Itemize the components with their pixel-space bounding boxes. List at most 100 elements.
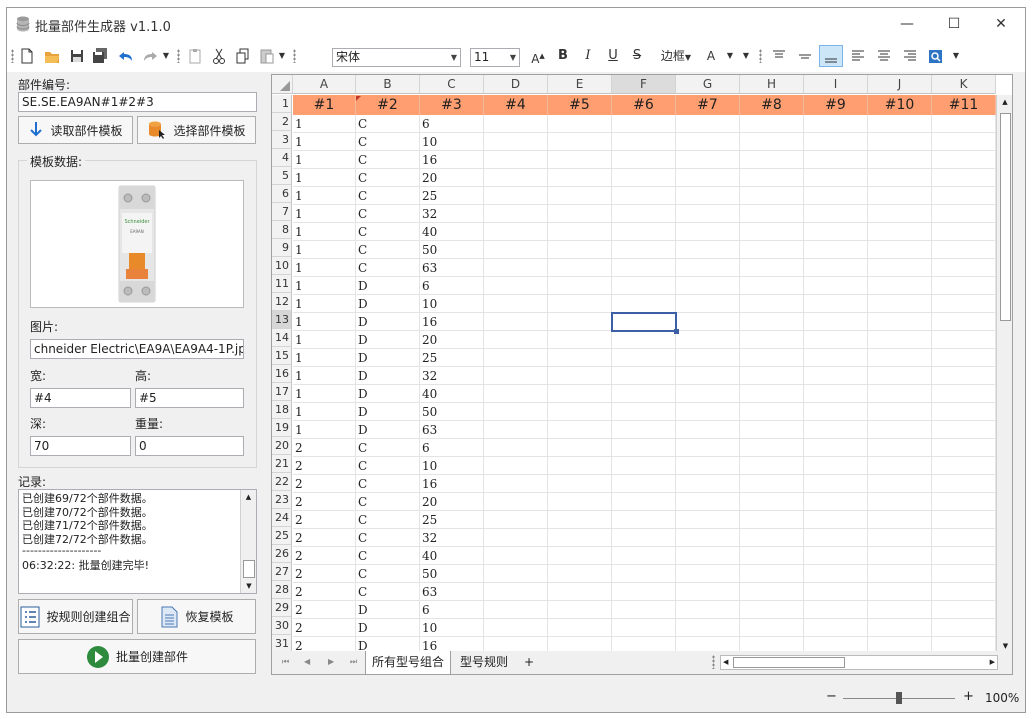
grid-cell[interactable] [804, 349, 868, 367]
grid-cell[interactable]: C [356, 529, 420, 547]
row-header[interactable]: 7 [272, 203, 292, 221]
toolbar-grip[interactable] [759, 49, 762, 63]
grid-cell[interactable] [932, 205, 996, 223]
grid-cell[interactable]: 6 [420, 115, 484, 133]
header-cell[interactable]: #6 [612, 95, 676, 115]
grid-cell[interactable]: 2 [293, 457, 356, 475]
grid-cell[interactable] [868, 349, 932, 367]
grid-cell[interactable] [548, 601, 612, 619]
tab-model-rules[interactable]: 型号规则 [454, 651, 514, 675]
font-size-select[interactable]: 11 ▼ [470, 48, 520, 67]
grid-cell[interactable]: D [356, 403, 420, 421]
grid-cell[interactable] [932, 187, 996, 205]
row-header[interactable]: 6 [272, 185, 292, 203]
grid-cell[interactable] [548, 367, 612, 385]
font-color-button[interactable]: A [703, 45, 719, 67]
underline-button[interactable]: U [605, 45, 621, 67]
weight-input[interactable]: 0 [135, 436, 244, 456]
grid-cell[interactable] [740, 241, 804, 259]
grid-cell[interactable]: C [356, 565, 420, 583]
grid-cell[interactable]: 1 [293, 367, 356, 385]
first-sheet-icon[interactable]: ⏮ [276, 651, 295, 675]
grid-cell[interactable] [484, 277, 548, 295]
grid-cell[interactable]: 16 [420, 151, 484, 169]
grid-cell[interactable] [612, 151, 676, 169]
paste-dropdown-icon[interactable]: ▼ [277, 45, 287, 67]
column-header[interactable]: A [293, 75, 356, 94]
row-header[interactable]: 20 [272, 437, 292, 455]
grid-cell[interactable] [804, 493, 868, 511]
grid-cell[interactable]: C [356, 493, 420, 511]
grid-cell[interactable] [612, 187, 676, 205]
grid-cell[interactable] [932, 619, 996, 637]
grid-cell[interactable] [932, 313, 996, 331]
redo-icon[interactable] [141, 45, 159, 67]
grid-cell[interactable] [676, 349, 740, 367]
hscroll-thumb[interactable] [733, 657, 845, 668]
grid-cell[interactable] [868, 511, 932, 529]
grid-cell[interactable] [804, 583, 868, 601]
grid-cell[interactable] [804, 241, 868, 259]
rule-combine-button[interactable]: 按规则创建组合 [18, 599, 133, 634]
grid-cell[interactable] [868, 259, 932, 277]
grid-cell[interactable] [548, 583, 612, 601]
grid-cell[interactable] [612, 205, 676, 223]
row-header[interactable]: 11 [272, 275, 292, 293]
log-scrollbar[interactable]: ▲ ▼ [240, 490, 256, 593]
grid-cell[interactable] [676, 277, 740, 295]
grid-cell[interactable] [548, 457, 612, 475]
grid-cell[interactable]: C [356, 115, 420, 133]
grid-cell[interactable] [868, 169, 932, 187]
grid-cell[interactable] [740, 529, 804, 547]
grid-cell[interactable] [804, 313, 868, 331]
new-file-icon[interactable] [19, 45, 35, 67]
grid-cell[interactable] [676, 511, 740, 529]
grid-cell[interactable] [868, 151, 932, 169]
grid-cell[interactable]: 2 [293, 529, 356, 547]
grid-cell[interactable] [484, 619, 548, 637]
grid-cell[interactable]: 2 [293, 601, 356, 619]
row-header[interactable]: 24 [272, 509, 292, 527]
grid-cell[interactable] [740, 133, 804, 151]
read-template-button[interactable]: 读取部件模板 [18, 116, 133, 144]
grid-cell[interactable] [868, 313, 932, 331]
grid-cell[interactable] [676, 475, 740, 493]
maximize-button[interactable]: ☐ [934, 12, 974, 36]
grid-cell[interactable] [548, 187, 612, 205]
grid-cell[interactable]: 1 [293, 403, 356, 421]
grid-cell[interactable] [676, 493, 740, 511]
grid-cell[interactable] [868, 277, 932, 295]
row-header[interactable]: 23 [272, 491, 292, 509]
grid-cell[interactable]: 16 [420, 475, 484, 493]
row-header[interactable]: 13 [272, 311, 292, 329]
grid-cell[interactable] [676, 619, 740, 637]
grid-cell[interactable]: 1 [293, 187, 356, 205]
next-sheet-icon[interactable]: ▶ [322, 651, 340, 675]
grid-cell[interactable]: 40 [420, 223, 484, 241]
grid-cell[interactable] [932, 385, 996, 403]
grid-cell[interactable] [804, 205, 868, 223]
grid-cell[interactable] [484, 511, 548, 529]
grid-cell[interactable]: 1 [293, 349, 356, 367]
grid-cell[interactable] [548, 529, 612, 547]
grid-cell[interactable] [932, 421, 996, 439]
grid-cell[interactable]: 25 [420, 511, 484, 529]
row-header[interactable]: 26 [272, 545, 292, 563]
grid-cell[interactable]: 25 [420, 349, 484, 367]
grid-cell[interactable]: 1 [293, 385, 356, 403]
grid-cell[interactable]: D [356, 367, 420, 385]
header-cell[interactable]: #11 [932, 95, 996, 115]
grid-cell[interactable] [484, 169, 548, 187]
grid-cell[interactable] [612, 565, 676, 583]
grid-cell[interactable]: D [356, 313, 420, 331]
grid-cell[interactable] [484, 547, 548, 565]
row-header[interactable]: 29 [272, 599, 292, 617]
grid-cell[interactable] [740, 223, 804, 241]
grid-cell[interactable]: 20 [420, 169, 484, 187]
log-scroll-thumb[interactable] [243, 560, 255, 578]
grid-cell[interactable] [612, 439, 676, 457]
grid-cell[interactable]: C [356, 151, 420, 169]
grid-cell[interactable] [804, 619, 868, 637]
grid-cell[interactable]: C [356, 133, 420, 151]
grid-cell[interactable]: 1 [293, 259, 356, 277]
